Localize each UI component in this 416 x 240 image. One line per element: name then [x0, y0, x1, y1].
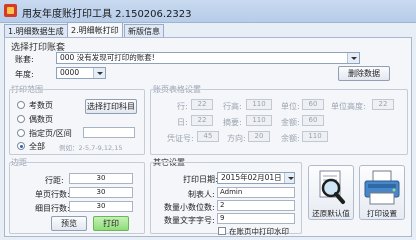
page-range-input[interactable] — [83, 127, 135, 138]
direction-label: 方向: — [227, 134, 246, 143]
cell-height-label: 单位高度: — [331, 102, 366, 111]
tab-data-generate[interactable]: 1.明细数据生成 — [4, 24, 68, 38]
print-date-label: 打印日期: — [183, 175, 218, 184]
balance-input[interactable]: 110 — [302, 131, 328, 142]
row-spacing-input[interactable]: 30 — [69, 173, 133, 184]
restore-defaults-label: 还原默认值 — [312, 209, 350, 218]
restore-defaults-button[interactable]: 还原默认值 — [308, 165, 354, 220]
voucher-input[interactable]: 45 — [197, 131, 219, 142]
title-bar: 用友年度账打印工具 2.150206.2323 — [0, 0, 416, 23]
tab-strip: 1.明细数据生成 2.明细帐打印 新版信息 — [4, 22, 204, 38]
radio-all-pages[interactable] — [17, 142, 25, 150]
main-panel: 选择打印账套 账套: 000 没有发现可打印的账套! 年度: 0000 删除数据… — [4, 37, 412, 237]
decimal-input[interactable]: 2 — [217, 200, 295, 211]
maker-label: 制表人: — [188, 190, 215, 199]
unit-input[interactable]: 60 — [302, 99, 324, 110]
watermark-label: 在账页中打印水印 — [229, 227, 289, 236]
day-label: 日: — [177, 118, 188, 127]
font-size-input[interactable]: 9 — [217, 213, 295, 224]
row-label: 行: — [177, 102, 188, 111]
amount-label: 金额: — [281, 118, 300, 127]
summary-label: 摘要: — [223, 118, 242, 127]
summary-input[interactable]: 110 — [246, 115, 272, 126]
radio-page-range[interactable] — [17, 129, 25, 137]
radio-odd-pages[interactable] — [17, 101, 25, 109]
unit-label: 单位: — [281, 102, 300, 111]
amount-input[interactable]: 60 — [302, 115, 324, 126]
radio-range-label: 指定页/区间 — [29, 129, 72, 138]
decimal-label: 数量小数位数: — [164, 203, 215, 212]
chevron-down-icon — [93, 68, 105, 78]
font-size-label: 数量文字字号: — [164, 216, 215, 225]
print-settings-label: 打印设置 — [367, 209, 397, 218]
tab-new-version-info[interactable]: 新版信息 — [124, 24, 164, 38]
year-label: 年度: — [15, 70, 34, 79]
select-subject-button[interactable]: 选择打印科目 — [85, 99, 137, 114]
maker-input[interactable]: Admin — [217, 187, 295, 198]
watermark-checkbox[interactable] — [218, 227, 226, 235]
magnifier-document-icon — [319, 170, 345, 204]
row-height-input[interactable]: 110 — [246, 99, 272, 110]
fine-rows-input[interactable]: 30 — [69, 201, 133, 212]
print-settings-button[interactable]: 打印设置 — [359, 165, 405, 220]
radio-odd-label: 考数页 — [29, 101, 53, 110]
row-spacing-label: 行距: — [45, 176, 64, 185]
page-rows-input[interactable]: 30 — [69, 187, 133, 198]
print-button[interactable]: 打印 — [93, 216, 129, 231]
balance-label: 余额: — [281, 134, 300, 143]
tab-detail-print[interactable]: 2.明细帐打印 — [67, 22, 123, 38]
chevron-down-icon — [284, 173, 294, 183]
delete-data-button[interactable]: 删除数据 — [338, 66, 390, 81]
year-select-value: 0000 — [60, 68, 80, 77]
range-example: 例如：2-5,7-9,12,15 — [59, 144, 123, 152]
preview-button[interactable]: 预览 — [51, 216, 87, 231]
page-rows-label: 单页行数: — [35, 190, 70, 199]
window-title: 用友年度账打印工具 2.150206.2323 — [22, 9, 192, 20]
year-select[interactable]: 0000 — [56, 67, 106, 79]
book-label: 账套: — [15, 55, 34, 64]
day-input[interactable]: 22 — [191, 115, 213, 126]
radio-all-label: 全部 — [29, 142, 45, 151]
book-select-value: 000 没有发现可打印的账套! — [60, 53, 155, 62]
voucher-label: 凭证号: — [167, 134, 194, 143]
page-setup-group — [150, 89, 408, 155]
row-height-label: 行高: — [223, 102, 242, 111]
print-date-picker[interactable]: 2015年02月01日 — [217, 172, 295, 184]
chevron-down-icon — [347, 53, 359, 63]
radio-even-pages[interactable] — [17, 115, 25, 123]
radio-even-label: 偶数页 — [29, 115, 53, 124]
direction-input[interactable]: 20 — [248, 131, 270, 142]
row-input[interactable]: 22 — [191, 99, 213, 110]
app-icon — [4, 4, 17, 17]
print-date-value: 2015年02月01日 — [221, 173, 282, 182]
cell-height-input[interactable]: 22 — [372, 99, 394, 110]
book-select[interactable]: 000 没有发现可打印的账套! — [56, 52, 360, 64]
printer-icon — [364, 170, 400, 205]
fine-rows-label: 细目行数: — [35, 204, 70, 213]
